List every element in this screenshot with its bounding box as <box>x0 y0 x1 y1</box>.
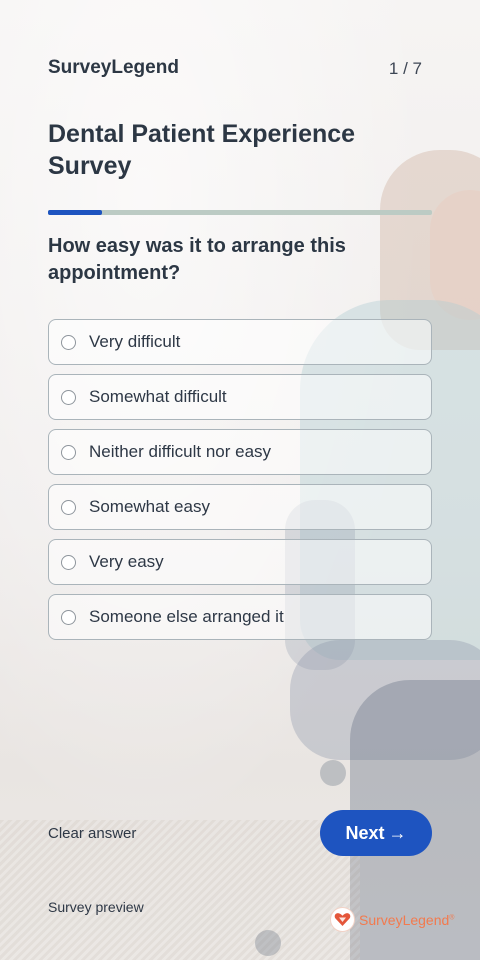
radio-icon[interactable] <box>61 444 76 460</box>
surveylegend-logo[interactable]: SurveyLegend® <box>330 907 454 932</box>
arrow-right-icon: → <box>388 822 407 843</box>
brand-name: SurveyLegend <box>48 57 179 78</box>
option-neither[interactable]: Neither difficult nor easy <box>48 429 432 475</box>
survey-page: SurveyLegend 1 / 7 Dental Patient Experi… <box>0 0 480 960</box>
survey-title: Dental Patient Experience Survey <box>48 120 356 180</box>
option-label: Very easy <box>89 552 164 571</box>
option-very-difficult[interactable]: Very difficult <box>48 319 432 365</box>
option-someone-else[interactable]: Someone else arranged it <box>48 594 432 640</box>
next-label: Next <box>345 822 385 843</box>
option-somewhat-easy[interactable]: Somewhat easy <box>48 484 432 530</box>
option-label: Somewhat difficult <box>89 387 227 406</box>
radio-icon[interactable] <box>61 554 76 570</box>
progress-bar <box>48 210 432 215</box>
option-label: Someone else arranged it <box>89 607 284 626</box>
clear-answer-link[interactable]: Clear answer <box>48 825 136 842</box>
next-button[interactable]: Next → <box>320 810 432 856</box>
option-label: Very difficult <box>89 332 181 351</box>
progress-fill <box>48 210 102 215</box>
option-somewhat-difficult[interactable]: Somewhat difficult <box>48 374 432 420</box>
option-label: Somewhat easy <box>89 497 210 516</box>
logo-text: SurveyLegend® <box>359 911 455 928</box>
survey-preview-label: Survey preview <box>48 899 144 915</box>
question-text: How easy was it to arrange this appointm… <box>48 235 346 284</box>
radio-icon[interactable] <box>61 389 76 405</box>
option-very-easy[interactable]: Very easy <box>48 539 432 585</box>
radio-icon[interactable] <box>61 499 76 515</box>
question-counter: 1 / 7 <box>388 59 422 78</box>
heart-badge-icon <box>330 907 355 932</box>
radio-icon[interactable] <box>61 334 76 350</box>
option-label: Neither difficult nor easy <box>89 442 272 461</box>
radio-icon[interactable] <box>61 609 76 625</box>
answer-options: Very difficult Somewhat difficult Neithe… <box>48 319 432 649</box>
